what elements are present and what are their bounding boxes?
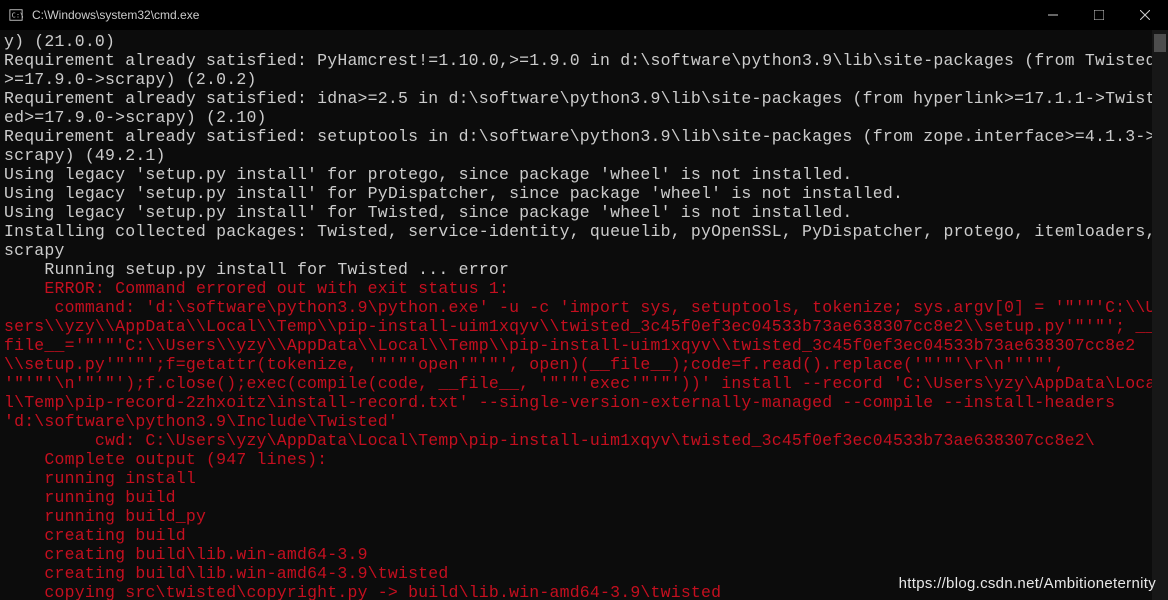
terminal-line: Running setup.py install for Twisted ...… — [4, 260, 1164, 279]
terminal-line: cwd: C:\Users\yzy\AppData\Local\Temp\pip… — [4, 431, 1164, 450]
close-button[interactable] — [1122, 0, 1168, 30]
window-controls — [1030, 0, 1168, 30]
terminal-line: command: 'd:\software\python3.9\python.e… — [4, 298, 1164, 431]
scrollbar-track[interactable] — [1152, 30, 1168, 600]
terminal-line: Requirement already satisfied: PyHamcres… — [4, 51, 1164, 89]
terminal-line: running build_py — [4, 507, 1164, 526]
terminal-line: creating build\lib.win-amd64-3.9 — [4, 545, 1164, 564]
terminal-line: Using legacy 'setup.py install' for prot… — [4, 165, 1164, 184]
terminal-line: Complete output (947 lines): — [4, 450, 1164, 469]
terminal-line: ERROR: Command errored out with exit sta… — [4, 279, 1164, 298]
window-title: C:\Windows\system32\cmd.exe — [32, 8, 1030, 22]
scrollbar-thumb[interactable] — [1154, 34, 1166, 52]
terminal-line: running install — [4, 469, 1164, 488]
cmd-icon: C:\ — [8, 7, 24, 23]
terminal-line: running build — [4, 488, 1164, 507]
minimize-button[interactable] — [1030, 0, 1076, 30]
maximize-button[interactable] — [1076, 0, 1122, 30]
titlebar: C:\ C:\Windows\system32\cmd.exe — [0, 0, 1168, 30]
terminal-line: creating build — [4, 526, 1164, 545]
terminal-line: y) (21.0.0) — [4, 32, 1164, 51]
svg-text:C:\: C:\ — [12, 12, 23, 20]
terminal-line: Using legacy 'setup.py install' for PyDi… — [4, 184, 1164, 203]
terminal-output[interactable]: y) (21.0.0)Requirement already satisfied… — [0, 30, 1168, 600]
watermark-text: https://blog.csdn.net/Ambitioneternity — [899, 575, 1156, 592]
terminal-line: Using legacy 'setup.py install' for Twis… — [4, 203, 1164, 222]
terminal-line: Requirement already satisfied: idna>=2.5… — [4, 89, 1164, 127]
terminal-line: Requirement already satisfied: setuptool… — [4, 127, 1164, 165]
terminal-line: Installing collected packages: Twisted, … — [4, 222, 1164, 260]
